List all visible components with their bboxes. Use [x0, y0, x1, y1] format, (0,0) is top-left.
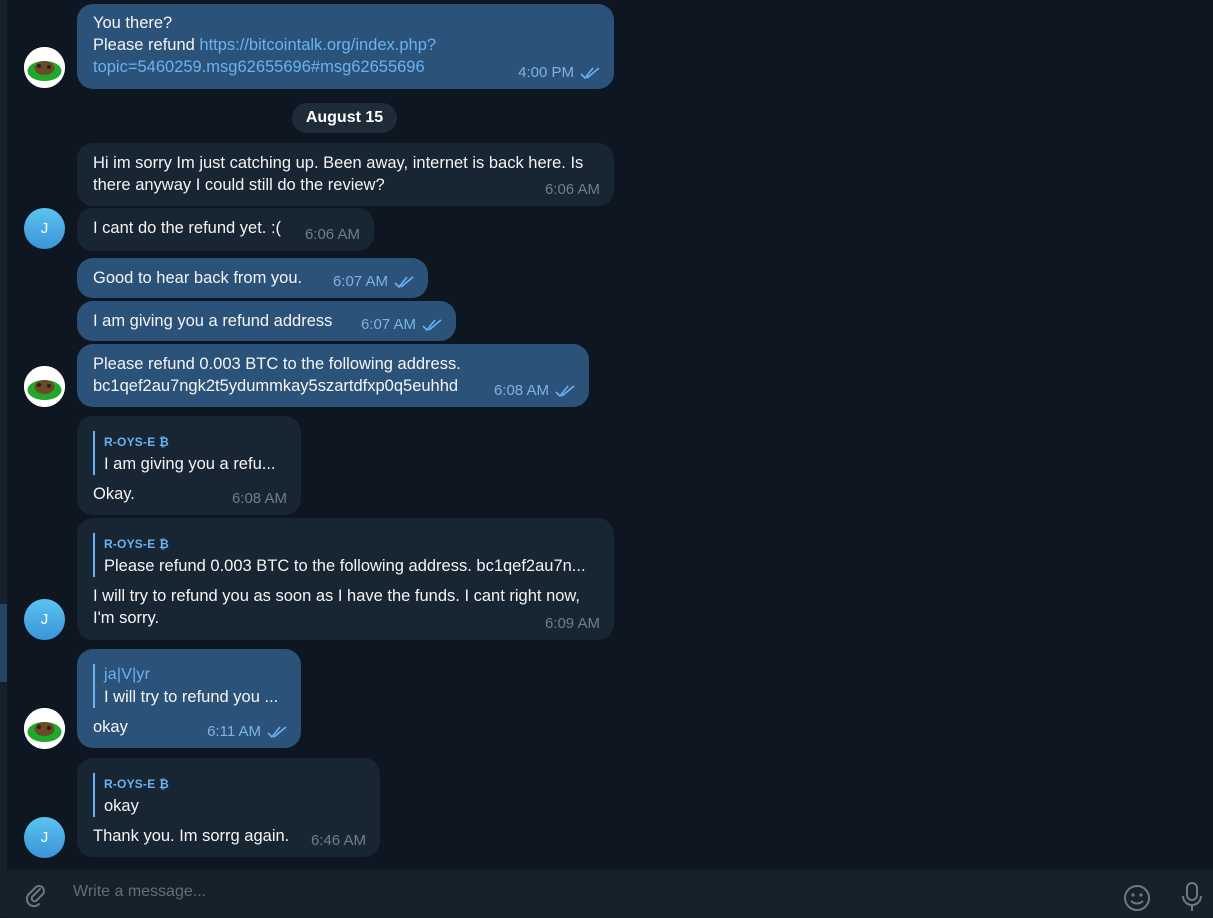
- message-text: You there?: [93, 14, 173, 32]
- double-check-icon: [422, 319, 442, 331]
- reply-text: Please refund 0.003 BTC to the following…: [104, 557, 586, 575]
- message-bubble-incoming[interactable]: R-OYS-E ₿ okay Thank you. Im sorrg again…: [77, 758, 380, 857]
- message-bubble-incoming[interactable]: R-OYS-E ₿ Please refund 0.003 BTC to the…: [77, 518, 614, 640]
- message-bubble-incoming[interactable]: R-OYS-E ₿ I am giving you a refu... Okay…: [77, 416, 301, 515]
- message-text: Hi im sorry Im just catching up. Been aw…: [93, 154, 584, 194]
- avatar[interactable]: J: [24, 208, 65, 249]
- reply-text: I am giving you a refu...: [104, 455, 276, 473]
- message-time: 6:06 AM: [304, 226, 360, 243]
- avatar[interactable]: [24, 708, 65, 749]
- message-text: Please refund 0.003 BTC to the following…: [93, 355, 461, 373]
- message-bubble-outgoing[interactable]: You there? Please refund https://bitcoin…: [77, 4, 614, 89]
- message-time: 4:00 PM: [518, 62, 600, 84]
- time-label: 4:00 PM: [518, 64, 574, 81]
- reply-author: R-OYS-E ₿: [104, 777, 169, 791]
- message-text-prefix: Please refund: [93, 36, 200, 54]
- message-bubble-incoming[interactable]: Hi im sorry Im just catching up. Been aw…: [77, 143, 614, 206]
- message-bubble-outgoing[interactable]: ja|V|yr I will try to refund you ... oka…: [77, 649, 301, 748]
- message-link[interactable]: https://bitcointalk.org/index.php?: [199, 36, 436, 54]
- avatar-frog-icon: [24, 47, 65, 88]
- message-bubble-outgoing[interactable]: I am giving you a refund address 6:07 AM: [77, 301, 456, 341]
- avatar-frog-icon: [24, 366, 65, 407]
- message-text: I'm sorry.: [93, 609, 160, 627]
- double-check-icon: [555, 385, 575, 397]
- reply-quote[interactable]: R-OYS-E ₿ okay: [93, 773, 364, 817]
- avatar[interactable]: J: [24, 599, 65, 640]
- avatar[interactable]: [24, 366, 65, 407]
- scroll-indicator[interactable]: [0, 604, 7, 682]
- message-bubble-outgoing[interactable]: Please refund 0.003 BTC to the following…: [77, 344, 589, 407]
- reply-author: ja|V|yr: [104, 666, 151, 683]
- avatar-frog-icon: [24, 708, 65, 749]
- message-text: Please refund https://bitcointalk.org/in…: [93, 34, 598, 56]
- chat-list-edge: [0, 0, 7, 917]
- reply-quote[interactable]: ja|V|yr I will try to refund you ...: [93, 664, 285, 708]
- double-check-icon: [267, 726, 287, 738]
- message-time: 6:11 AM: [207, 721, 287, 743]
- microphone-icon[interactable]: [1180, 881, 1204, 918]
- message-bubble-outgoing[interactable]: Good to hear back from you. 6:07 AM: [77, 258, 428, 298]
- date-separator: August 15: [292, 103, 397, 133]
- time-label: 6:07 AM: [360, 316, 416, 333]
- reply-author: R-OYS-E ₿: [104, 435, 169, 449]
- time-label: 6:08 AM: [493, 382, 549, 399]
- reply-author: R-OYS-E ₿: [104, 537, 169, 551]
- message-bubble-incoming[interactable]: I cant do the refund yet. :( 6:06 AM: [77, 208, 374, 251]
- message-time: 6:06 AM: [544, 181, 600, 198]
- time-label: 6:07 AM: [332, 273, 388, 290]
- avatar-initial: J: [40, 220, 49, 237]
- double-check-icon: [580, 67, 600, 79]
- message-time: 6:07 AM: [333, 271, 414, 293]
- message-composer: Write a message...: [7, 869, 1213, 918]
- avatar[interactable]: J: [24, 817, 65, 858]
- message-time: 6:46 AM: [310, 832, 366, 849]
- message-time: 6:09 AM: [544, 615, 600, 632]
- avatar[interactable]: [24, 47, 65, 88]
- reply-text: okay: [104, 797, 139, 815]
- double-check-icon: [394, 276, 414, 288]
- emoji-icon[interactable]: [1122, 883, 1152, 918]
- message-input[interactable]: Write a message...: [73, 883, 206, 901]
- avatar-initial: J: [40, 611, 49, 628]
- avatar-initial: J: [40, 829, 49, 846]
- message-time: 6:07 AM: [361, 314, 442, 336]
- message-text: I will try to refund you as soon as I ha…: [93, 587, 581, 605]
- reply-quote[interactable]: R-OYS-E ₿ Please refund 0.003 BTC to the…: [93, 533, 598, 577]
- time-label: 6:11 AM: [207, 723, 261, 740]
- reply-text: I will try to refund you ...: [104, 688, 279, 706]
- paperclip-icon[interactable]: [23, 882, 49, 913]
- message-time: 6:08 AM: [494, 380, 575, 402]
- message-time: 6:08 AM: [231, 490, 287, 507]
- reply-quote[interactable]: R-OYS-E ₿ I am giving you a refu...: [93, 431, 285, 475]
